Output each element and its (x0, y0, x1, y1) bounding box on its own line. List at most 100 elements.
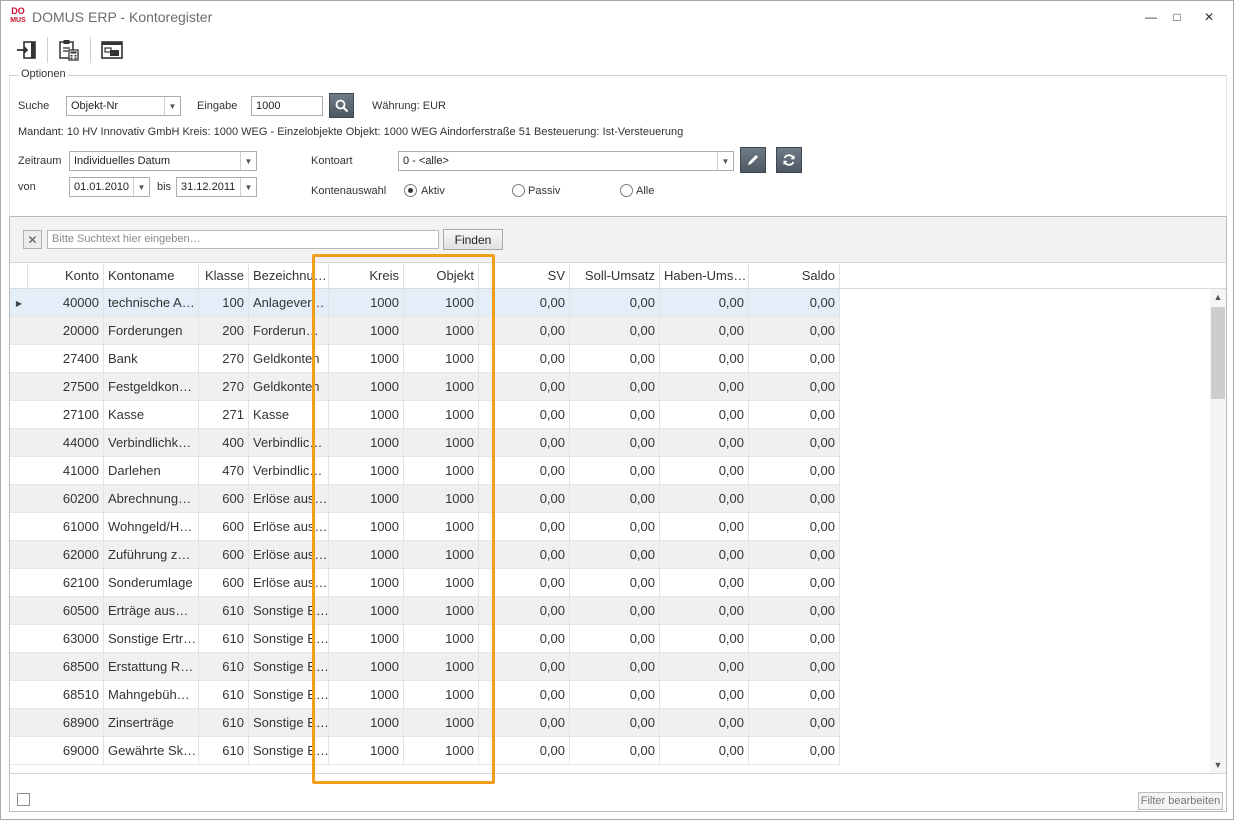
table-row[interactable]: 27100 Kasse 271 Kasse 1000 1000 0,00 0,00 0,00 0,… (10, 401, 840, 429)
column-header-sv[interactable]: SV (479, 263, 570, 289)
eingabe-label: Eingabe (197, 100, 238, 112)
cell-klasse: 600 (199, 569, 249, 597)
filter-edit-button[interactable]: Filter bearbeiten (1138, 792, 1223, 810)
search-button[interactable] (329, 93, 354, 118)
search-icon (335, 99, 348, 112)
table-row[interactable]: 68500 Erstattung R… 610 Sonstige E… 1000 1000… (10, 653, 840, 681)
von-date-field[interactable]: 01.01.2010 ▼ (69, 177, 150, 197)
row-indicator (10, 513, 28, 541)
radio-aktiv[interactable] (404, 184, 417, 197)
table-row[interactable]: 68900 Zinserträge 610 Sonstige E… 1000 1000 0,… (10, 709, 840, 737)
grid-body[interactable]: ▶ 40000 technische A… 100 Anlagever… 1000 1000… (10, 289, 1210, 773)
column-header-bezeichnung[interactable]: Bezeichnu… (249, 263, 329, 289)
scroll-thumb[interactable] (1211, 307, 1225, 399)
zeitraum-combobox[interactable]: Individuelles Datum ▼ (69, 151, 257, 171)
table-row[interactable]: 27500 Festgeldkon… 270 Geldkonten 1000 1000 0,… (10, 373, 840, 401)
cell-sv: 0,00 (479, 597, 570, 625)
column-header-objekt[interactable]: Objekt (404, 263, 479, 289)
chevron-down-icon[interactable]: ▼ (717, 152, 733, 170)
table-row[interactable]: ▶ 40000 technische A… 100 Anlagever… 1000 1000… (10, 289, 840, 317)
cell-objekt: 1000 (404, 709, 479, 737)
exit-button[interactable] (9, 35, 43, 65)
cell-sv: 0,00 (479, 709, 570, 737)
table-row[interactable]: 41000 Darlehen 470 Verbindlic… 1000 1000 0,00 0… (10, 457, 840, 485)
grid-header: Konto Kontoname Klasse Bezeichnu… Kreis Objek… (10, 263, 1226, 289)
table-row[interactable]: 60500 Erträge aus… 610 Sonstige E… 1000 1000 0… (10, 597, 840, 625)
column-header-haben-umsatz[interactable]: Haben-Ums… (660, 263, 749, 289)
cell-kreis: 1000 (329, 345, 404, 373)
cell-kontoname: Erträge aus… (104, 597, 199, 625)
scroll-down-icon[interactable]: ▼ (1210, 757, 1226, 773)
table-row[interactable]: 62100 Sonderumlage 600 Erlöse aus… 1000 1000 0… (10, 569, 840, 597)
domus-logo-icon: DO MUS (10, 6, 26, 25)
cell-klasse: 270 (199, 373, 249, 401)
scroll-up-icon[interactable]: ▲ (1210, 289, 1226, 305)
column-header-soll-umsatz[interactable]: Soll-Umsatz (570, 263, 660, 289)
chevron-down-icon[interactable]: ▼ (240, 178, 256, 196)
table-row[interactable]: 63000 Sonstige Ertr… 610 Sonstige E… 1000 100… (10, 625, 840, 653)
kontoart-combobox[interactable]: 0 - <alle> ▼ (398, 151, 734, 171)
window-title: DOMUS ERP - Kontoregister (32, 9, 213, 25)
cell-saldo: 0,00 (749, 625, 840, 653)
cell-kontoname: Verbindlichk… (104, 429, 199, 457)
cell-haben-umsatz: 0,00 (660, 317, 749, 345)
clipboard-calculator-button[interactable] (52, 35, 86, 65)
radio-alle[interactable] (620, 184, 633, 197)
grid-search-input[interactable]: Bitte Suchtext hier eingeben… (47, 230, 439, 249)
row-indicator (10, 569, 28, 597)
cell-haben-umsatz: 0,00 (660, 653, 749, 681)
table-row[interactable]: 44000 Verbindlichk… 400 Verbindlic… 1000 1000… (10, 429, 840, 457)
chevron-down-icon[interactable]: ▼ (133, 178, 149, 196)
cell-konto: 27400 (28, 345, 104, 373)
close-button[interactable]: ✕ (1199, 7, 1219, 27)
cell-sv: 0,00 (479, 401, 570, 429)
column-header-konto[interactable]: Konto (28, 263, 104, 289)
cell-bezeichnung: Erlöse aus… (249, 485, 329, 513)
vertical-scrollbar[interactable]: ▲ ▼ (1210, 289, 1226, 773)
kontoart-label: Kontoart (311, 155, 353, 167)
cell-haben-umsatz: 0,00 (660, 541, 749, 569)
cell-objekt: 1000 (404, 485, 479, 513)
column-header-klasse[interactable]: Klasse (199, 263, 249, 289)
edit-button[interactable] (740, 147, 766, 173)
bis-date-field[interactable]: 31.12.2011 ▼ (176, 177, 257, 197)
column-header-kreis[interactable]: Kreis (329, 263, 404, 289)
clear-search-button[interactable]: ✕ (23, 230, 42, 249)
table-row[interactable]: 69000 Gewährte Sk… 610 Sonstige E… 1000 1000 0… (10, 737, 840, 765)
cell-saldo: 0,00 (749, 597, 840, 625)
cell-bezeichnung: Verbindlic… (249, 457, 329, 485)
column-header-kontoname[interactable]: Kontoname (104, 263, 199, 289)
cell-soll-umsatz: 0,00 (570, 709, 660, 737)
cell-klasse: 600 (199, 513, 249, 541)
cell-konto: 68500 (28, 653, 104, 681)
radio-passiv[interactable] (512, 184, 525, 197)
radio-aktiv-label: Aktiv (421, 185, 445, 197)
column-header-saldo[interactable]: Saldo (749, 263, 840, 289)
table-row[interactable]: 62000 Zuführung z… 600 Erlöse aus… 1000 1000 0… (10, 541, 840, 569)
filter-checkbox[interactable] (17, 793, 30, 806)
refresh-button[interactable] (776, 147, 802, 173)
chevron-down-icon[interactable]: ▼ (164, 97, 180, 115)
cell-klasse: 610 (199, 737, 249, 765)
chevron-down-icon[interactable]: ▼ (240, 152, 256, 170)
table-row[interactable]: 20000 Forderungen 200 Forderun… 1000 1000 0,00… (10, 317, 840, 345)
table-row[interactable]: 61000 Wohngeld/H… 600 Erlöse aus… 1000 1000 0,… (10, 513, 840, 541)
maximize-button[interactable]: □ (1167, 7, 1187, 27)
suche-combobox[interactable]: Objekt-Nr ▼ (66, 96, 181, 116)
table-row[interactable]: 68510 Mahngebüh… 610 Sonstige E… 1000 1000 0,0… (10, 681, 840, 709)
cell-kontoname: Sonstige Ertr… (104, 625, 199, 653)
cell-soll-umsatz: 0,00 (570, 681, 660, 709)
kontenauswahl-label: Kontenauswahl (311, 185, 387, 197)
cell-kreis: 1000 (329, 373, 404, 401)
cell-klasse: 610 (199, 653, 249, 681)
cell-saldo: 0,00 (749, 429, 840, 457)
eingabe-input[interactable]: 1000 (251, 96, 323, 116)
table-row[interactable]: 27400 Bank 270 Geldkonten 1000 1000 0,00 0,00 0,… (10, 345, 840, 373)
cell-kontoname: Bank (104, 345, 199, 373)
cell-kreis: 1000 (329, 485, 404, 513)
minimize-button[interactable]: — (1141, 7, 1161, 27)
window-switch-button[interactable] (95, 35, 129, 65)
cell-soll-umsatz: 0,00 (570, 289, 660, 317)
table-row[interactable]: 60200 Abrechnung… 600 Erlöse aus… 1000 1000 0,… (10, 485, 840, 513)
find-button[interactable]: Finden (443, 229, 503, 250)
